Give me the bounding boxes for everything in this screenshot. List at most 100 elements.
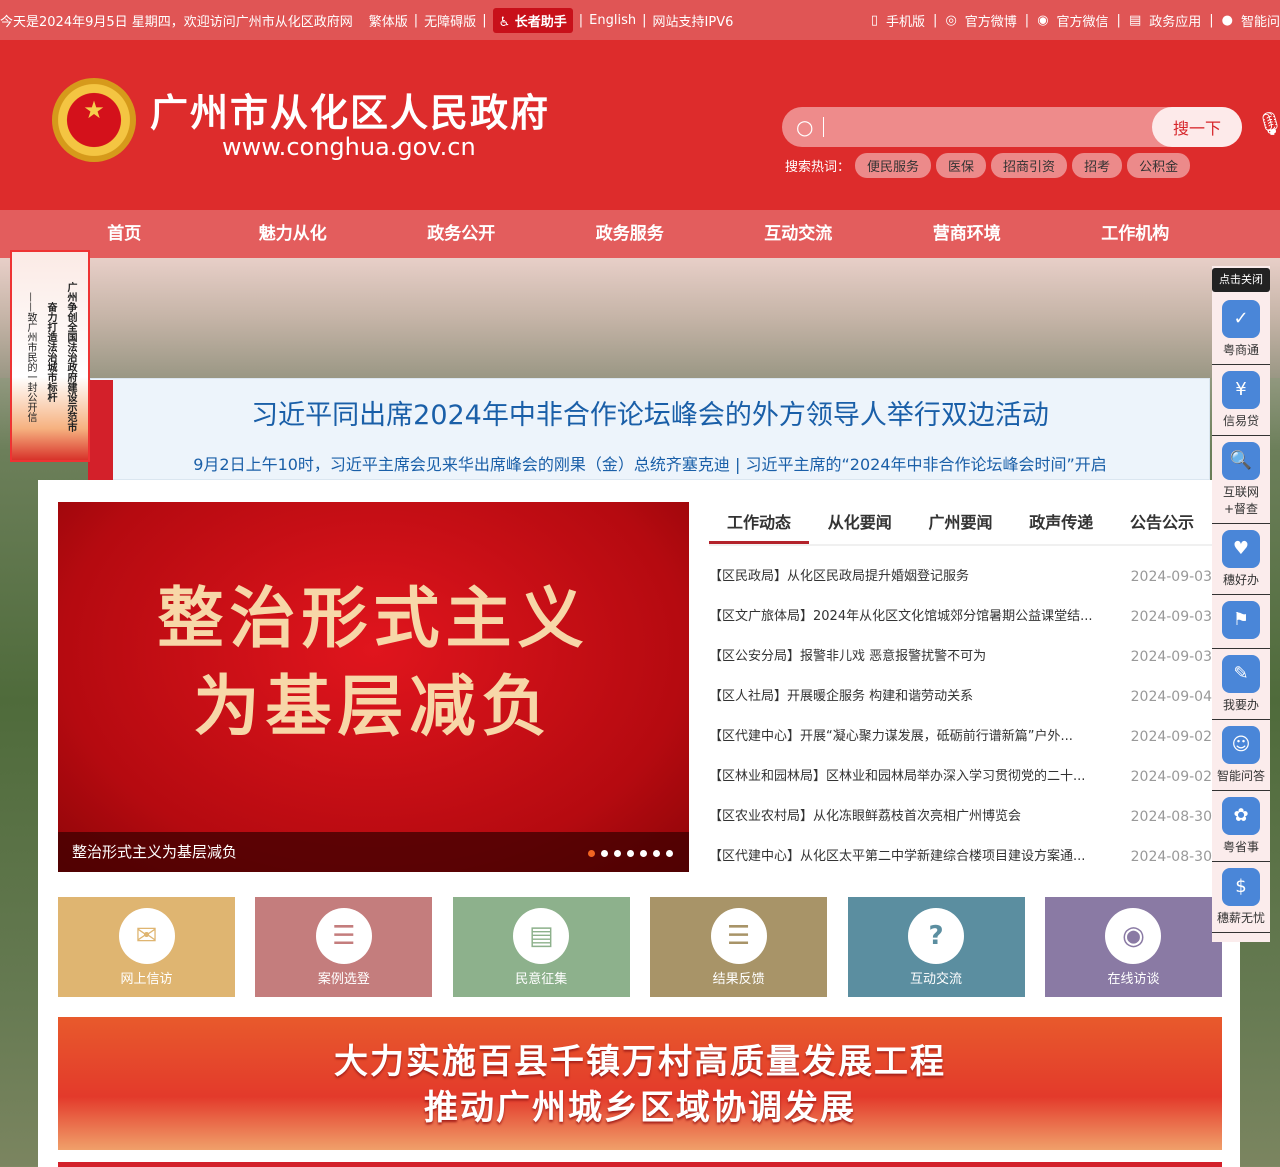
- service-label: 穗好办: [1222, 573, 1259, 587]
- hot-tag[interactable]: 招考: [1072, 153, 1123, 178]
- close-button[interactable]: 点击关闭: [1212, 268, 1270, 292]
- mobile-link[interactable]: 手机版: [886, 11, 925, 30]
- image-slider[interactable]: 整治形式主义 为基层减负 整治形式主义为基层减负: [58, 502, 689, 872]
- weibo-icon: ◎: [945, 12, 957, 28]
- slider-dot[interactable]: [653, 850, 660, 857]
- tile-label: 互动交流: [910, 972, 963, 987]
- news-item[interactable]: 【区代建中心】从化区太平第二中学新建综合楼项目建设方案通... 2024-08-3…: [709, 837, 1212, 877]
- quick-service-item[interactable]: ✓ 粤商通: [1212, 294, 1270, 365]
- quick-service-item[interactable]: ♥ 穗好办: [1212, 524, 1270, 595]
- letter-line-2: 奋力打造法治城市标杆: [45, 302, 56, 402]
- headline-box: 习近平同出席2024年中非合作论坛峰会的外方领导人举行双边活动 9月2日上午10…: [90, 378, 1210, 480]
- nav-interaction[interactable]: 互动交流: [714, 210, 883, 258]
- search-input[interactable]: [823, 117, 1152, 137]
- slider-dot[interactable]: [601, 850, 608, 857]
- news-title[interactable]: 【区代建中心】开展“凝心聚力谋发展，砥砺前行谱新篇”户外...: [709, 717, 1073, 757]
- wechat-link[interactable]: 官方微信: [1057, 11, 1109, 30]
- quick-service-item[interactable]: 🔍 互联网+督查: [1212, 436, 1270, 524]
- smart-link[interactable]: 智能问: [1241, 11, 1280, 30]
- tab-gov-voice[interactable]: 政声传递: [1011, 502, 1111, 544]
- news-title[interactable]: 【区民政局】从化区民政局提升婚姻登记服务: [709, 557, 969, 597]
- top-bar: 今天是2024年9月5日 星期四，欢迎访问广州市从化区政府网 繁体版 | 无障碍版…: [0, 0, 1280, 40]
- hot-tag[interactable]: 公积金: [1127, 153, 1191, 178]
- service-icon: 🔍: [1222, 442, 1260, 480]
- service-icon: ☺: [1222, 726, 1260, 764]
- service-label: 信易贷: [1222, 414, 1259, 428]
- service-label: 我要办: [1222, 698, 1259, 712]
- letter-line-3: ——致广州市民的一封公开信: [25, 292, 36, 422]
- site-title[interactable]: 广州市从化区人民政府: [150, 82, 550, 137]
- open-letter-float[interactable]: 广州争创全国法治政府建设示范市 奋力打造法治城市标杆 ——致广州市民的一封公开信: [10, 250, 90, 462]
- tab-work-news[interactable]: 工作动态: [709, 502, 810, 544]
- promo-banner[interactable]: 大力实施百县千镇万村高质量发展工程 推动广州城乡区域协调发展: [58, 1017, 1222, 1150]
- phone-icon: ▯: [870, 12, 879, 28]
- news-item[interactable]: 【区人社局】开展暖企服务 构建和谐劳动关系 2024-09-04: [709, 677, 1212, 717]
- tile-label: 结果反馈: [712, 972, 765, 987]
- quick-service-item[interactable]: ⚑: [1212, 595, 1270, 649]
- tile-icon: ◉: [1105, 908, 1162, 964]
- nav-gov-service[interactable]: 政务服务: [546, 210, 715, 258]
- service-tile[interactable]: ◉ 在线访谈: [1044, 897, 1222, 997]
- slider-dot[interactable]: [614, 850, 621, 857]
- slider-dot[interactable]: [666, 850, 673, 857]
- news-item[interactable]: 【区农业农村局】从化冻眼鲜荔枝首次亮相广州博览会 2024-08-30: [709, 797, 1212, 837]
- service-tile[interactable]: ☰ 案例选登: [255, 897, 433, 997]
- quick-service-item[interactable]: ✿ 粤省事: [1212, 791, 1270, 862]
- english-link[interactable]: English: [589, 13, 636, 28]
- service-tile[interactable]: ? 互动交流: [847, 897, 1025, 997]
- news-item[interactable]: 【区文广旅体局】2024年从化区文化馆城郊分馆暑期公益课堂结... 2024-09…: [709, 597, 1212, 637]
- service-tile[interactable]: ☰ 结果反馈: [650, 897, 828, 997]
- service-label: 粤商通: [1222, 343, 1259, 357]
- news-title[interactable]: 【区公安分局】报警非儿戏 恶意报警扰警不可为: [709, 637, 986, 677]
- tab-notices[interactable]: 公告公示: [1112, 502, 1212, 544]
- microphone-icon[interactable]: 🎙: [1256, 112, 1280, 137]
- nav-gov-open[interactable]: 政务公开: [377, 210, 546, 258]
- news-title[interactable]: 【区农业农村局】从化冻眼鲜荔枝首次亮相广州博览会: [709, 797, 1021, 837]
- quick-service-item[interactable]: ☺ 智能问答: [1212, 720, 1270, 791]
- weibo-link[interactable]: 官方微博: [965, 11, 1017, 30]
- news-title[interactable]: 【区林业和园林局】区林业和园林局举办深入学习贯彻党的二十...: [709, 757, 1085, 797]
- news-item[interactable]: 【区林业和园林局】区林业和园林局举办深入学习贯彻党的二十... 2024-09-0…: [709, 757, 1212, 797]
- national-emblem-logo: ★: [52, 78, 136, 162]
- news-item[interactable]: 【区民政局】从化区民政局提升婚姻登记服务 2024-09-03: [709, 557, 1212, 597]
- tile-icon: ✉: [118, 908, 175, 964]
- headline-subtitle[interactable]: 9月2日上午10时，习近平主席会见来华出席峰会的刚果（金）总统齐塞克迪 | 习近…: [91, 451, 1209, 475]
- service-tile[interactable]: ✉ 网上信访: [58, 897, 235, 997]
- traditional-link[interactable]: 繁体版: [369, 11, 408, 30]
- hot-tag[interactable]: 便民服务: [855, 153, 932, 178]
- news-date: 2024-09-03: [1130, 609, 1212, 625]
- slider-dot[interactable]: [588, 850, 595, 857]
- nav-business[interactable]: 营商环境: [883, 210, 1052, 258]
- quick-service-item[interactable]: $ 穗薪无忧: [1212, 862, 1270, 933]
- accessible-link[interactable]: 无障碍版: [424, 11, 476, 30]
- service-icon: ✓: [1222, 300, 1260, 338]
- headline-tab: [88, 380, 113, 480]
- slider-dot[interactable]: [627, 850, 634, 857]
- search-button[interactable]: 搜一下: [1152, 107, 1242, 147]
- nav-agencies[interactable]: 工作机构: [1051, 210, 1220, 258]
- news-item[interactable]: 【区代建中心】开展“凝心聚力谋发展，砥砺前行谱新篇”户外... 2024-09-0…: [709, 717, 1212, 757]
- hot-tag[interactable]: 招商引资: [991, 153, 1068, 178]
- news-item[interactable]: 【区公安分局】报警非儿戏 恶意报警扰警不可为 2024-09-03: [709, 637, 1212, 677]
- tile-icon: ?: [908, 908, 965, 964]
- quick-service-item[interactable]: ¥ 信易贷: [1212, 365, 1270, 436]
- elder-assistant-button[interactable]: ♿ 长者助手: [492, 7, 573, 33]
- quick-service-item[interactable]: ✎ 我要办: [1212, 649, 1270, 720]
- service-icon: ♥: [1222, 530, 1260, 568]
- news-title[interactable]: 【区代建中心】从化区太平第二中学新建综合楼项目建设方案通...: [709, 837, 1085, 877]
- apps-link[interactable]: 政务应用: [1149, 11, 1201, 30]
- right-float-bar: 点击关闭 ✓ 粤商通 ¥ 信易贷 🔍 互联网+督查 ♥ 穗好办 ⚑ ✎ 我要办 ☺ 智能问答 ✿ 粤省事 $ 穗…: [1212, 266, 1270, 942]
- hot-tag[interactable]: 医保: [936, 153, 987, 178]
- nav-charm[interactable]: 魅力从化: [209, 210, 378, 258]
- tab-conghua-news[interactable]: 从化要闻: [810, 502, 910, 544]
- slider-dots: [588, 850, 673, 857]
- headline-title[interactable]: 习近平同出席2024年中非合作论坛峰会的外方领导人举行双边活动: [91, 393, 1209, 432]
- tab-guangzhou-news[interactable]: 广州要闻: [910, 502, 1010, 544]
- news-title[interactable]: 【区文广旅体局】2024年从化区文化馆城郊分馆暑期公益课堂结...: [709, 597, 1092, 637]
- service-tile[interactable]: ▤ 民意征集: [452, 897, 630, 997]
- main-nav: 首页 魅力从化 政务公开 政务服务 互动交流 营商环境 工作机构: [0, 210, 1280, 258]
- news-title[interactable]: 【区人社局】开展暖企服务 构建和谐劳动关系: [709, 677, 973, 717]
- news-tabs: 工作动态 从化要闻 广州要闻 政声传递 公告公示: [709, 502, 1212, 546]
- service-tiles: ✉ 网上信访 ☰ 案例选登 ▤ 民意征集 ☰ 结果反馈? 互动交流 ◉ 在线访谈: [58, 897, 1222, 997]
- slider-dot[interactable]: [640, 850, 647, 857]
